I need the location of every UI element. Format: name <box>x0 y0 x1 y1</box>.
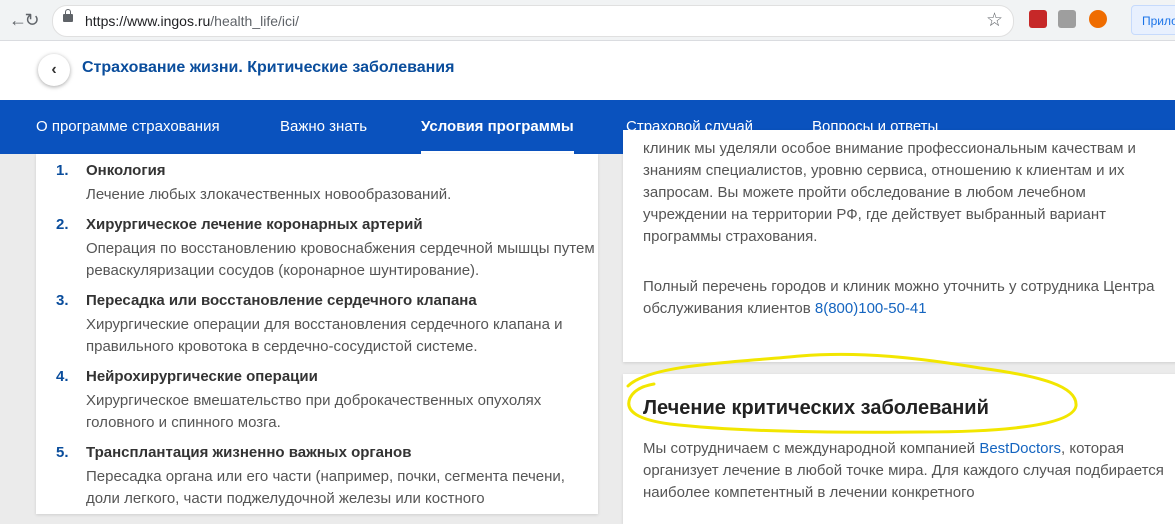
treatment-paragraph: Мы сотрудничаем с международной компание… <box>643 440 1164 501</box>
item-description: Хирургическое вмешательство при доброкач… <box>86 392 542 431</box>
item-title: Пересадка или восстановление сердечного … <box>86 292 477 309</box>
section-title: Лечение критических заболеваний <box>643 397 989 419</box>
item-title: Нейрохирургические операции <box>86 368 318 385</box>
reload-icon[interactable]: ↻ <box>18 6 46 34</box>
bookmark-star-icon[interactable]: ☆ <box>986 9 1003 32</box>
item-number: 3. <box>56 292 69 309</box>
item-number: 4. <box>56 368 69 385</box>
contact-paragraph: Полный перечень городов и клиник можно у… <box>643 278 1155 317</box>
treatment-card: Лечение критических заболеваний Мы сотру… <box>623 374 1175 524</box>
item-number: 5. <box>56 444 69 461</box>
item-title: Трансплантация жизненно важных органов <box>86 444 412 461</box>
clinics-paragraph: клиник мы уделяли особое внимание профес… <box>643 140 1136 245</box>
item-title: Онкология <box>86 162 166 179</box>
item-description: Пересадка органа или его части (например… <box>86 468 565 507</box>
url-text: https://www.ingos.ru/health_life/ici/ <box>85 13 299 29</box>
tab-about-program[interactable]: О программе страхования <box>36 100 220 154</box>
item-number: 1. <box>56 162 69 179</box>
back-chevron-icon[interactable]: ‹ <box>38 54 70 86</box>
item-number: 2. <box>56 216 69 233</box>
page-title: Страхование жизни. Критические заболеван… <box>82 59 455 76</box>
clinics-info-card: клиник мы уделяли особое внимание профес… <box>623 130 1175 362</box>
extension-icon[interactable] <box>1089 10 1107 28</box>
item-title: Хирургическое лечение коронарных артерий <box>86 216 423 233</box>
facebook-extension-icon[interactable] <box>1058 10 1076 28</box>
bestdoctors-link[interactable]: BestDoctors <box>979 440 1061 457</box>
profile-button[interactable]: Прило <box>1131 5 1175 35</box>
site-header: ‹ Страхование жизни. Критические заболев… <box>0 41 1175 100</box>
lock-icon <box>63 9 73 22</box>
item-description: Лечение любых злокачественных новообразо… <box>86 186 452 203</box>
item-description: Операция по восстановлению кровоснабжени… <box>86 240 595 279</box>
tab-program-conditions[interactable]: Условия программы <box>421 100 574 154</box>
diseases-list-card: 1. Онкология Лечение любых злокачественн… <box>36 154 598 514</box>
tab-important[interactable]: Важно знать <box>280 100 367 154</box>
adblock-extension-icon[interactable] <box>1029 10 1047 28</box>
address-bar[interactable]: https://www.ingos.ru/health_life/ici/ ☆ <box>52 5 1014 37</box>
item-description: Хирургические операции для восстановлени… <box>86 316 563 355</box>
browser-toolbar: ← ↻ https://www.ingos.ru/health_life/ici… <box>0 0 1175 41</box>
phone-link[interactable]: 8(800)100-50-41 <box>815 300 927 317</box>
